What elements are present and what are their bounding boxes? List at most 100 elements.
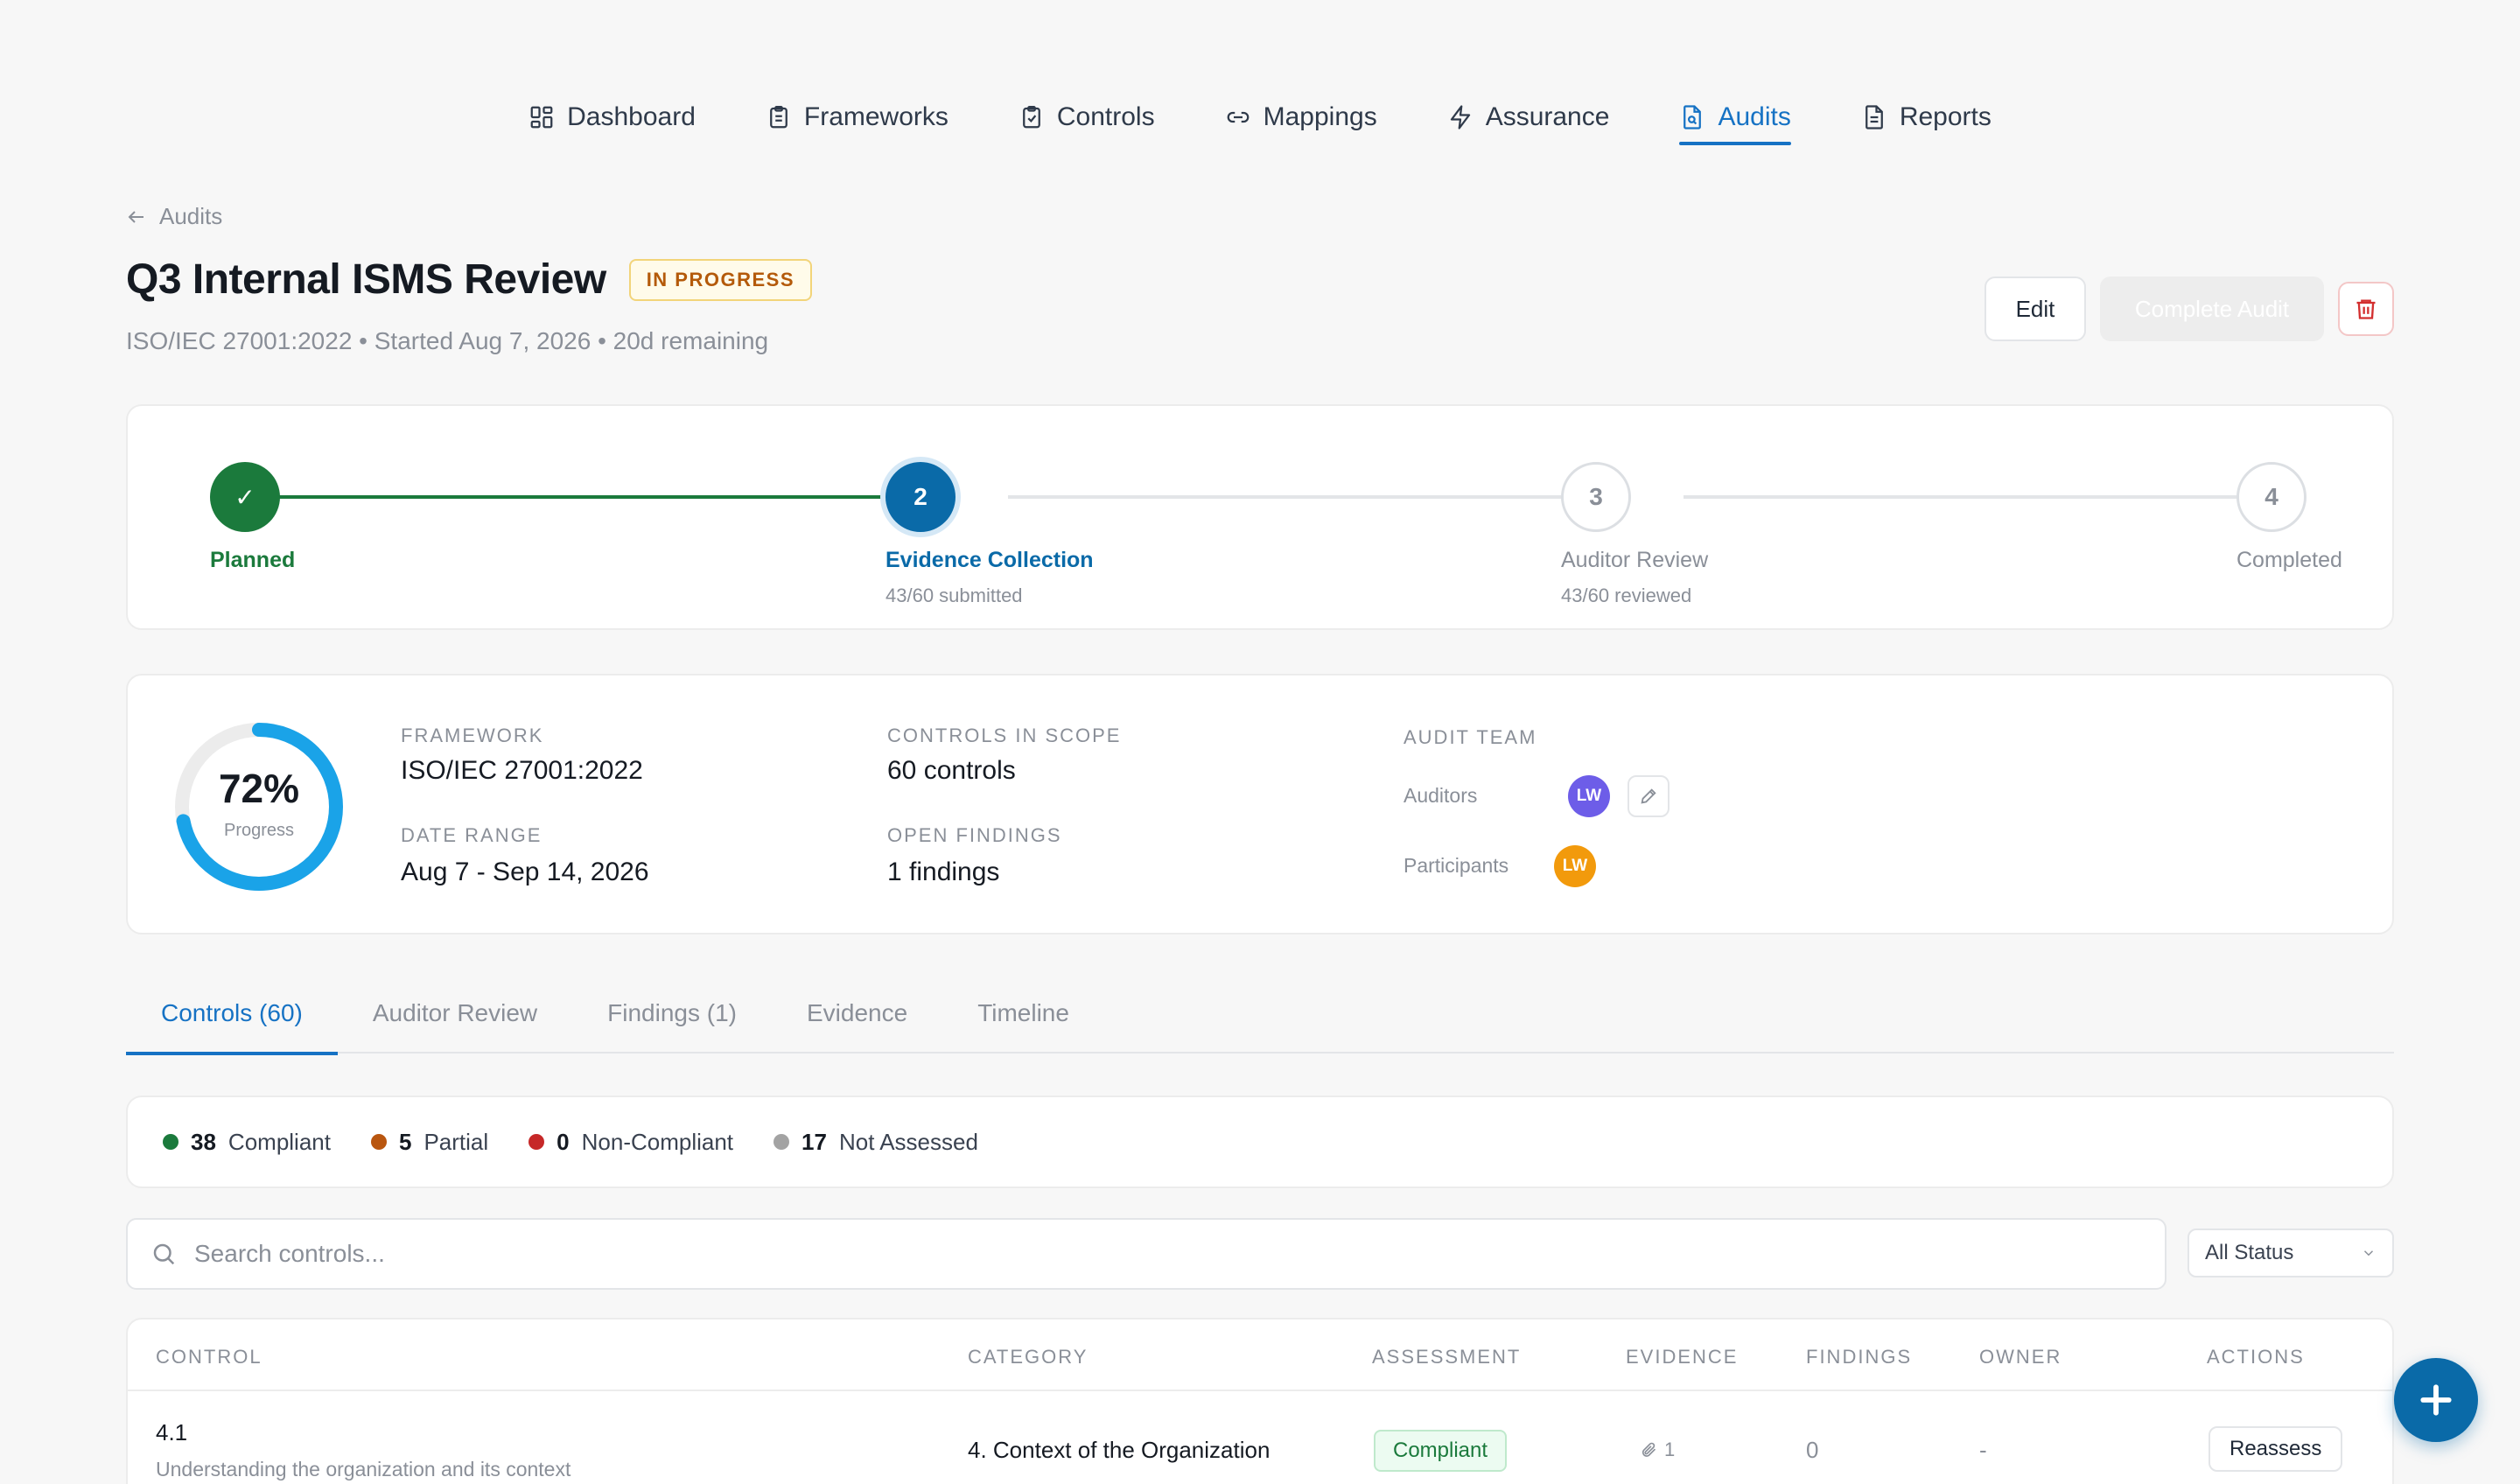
nav-label: Frameworks	[803, 102, 948, 131]
tab-timeline[interactable]: Timeline	[942, 971, 1104, 1054]
summary-compliant: 38 Compliant	[163, 1129, 331, 1156]
step-label: Auditor Review	[1561, 548, 1709, 572]
status-badge: IN PROGRESS	[628, 258, 812, 301]
chevron-down-icon	[2363, 1250, 2374, 1256]
tab-evidence[interactable]: Evidence	[772, 971, 942, 1054]
nav-label: Dashboard	[567, 102, 696, 131]
status-dot	[370, 1134, 387, 1150]
assessment-badge: Compliant	[1374, 1430, 1508, 1472]
step-label: Evidence Collection	[886, 548, 1094, 572]
page-subtitle: ISO/IEC 27001:2022 • Started Aug 7, 2026…	[126, 327, 769, 354]
nav-frameworks[interactable]: Frameworks	[731, 88, 984, 147]
nav-reports[interactable]: Reports	[1826, 88, 2026, 147]
trash-icon	[2356, 299, 2376, 319]
control-category: 4. Context of the Organization	[968, 1437, 1270, 1463]
controls-scope-label: CONTROLS IN SCOPE	[887, 724, 1122, 746]
step-evidence-circle: 2	[886, 462, 956, 532]
summary-not-assessed: 17 Not Assessed	[774, 1129, 978, 1156]
framework-label: FRAMEWORK	[401, 724, 544, 746]
nav-label: Mappings	[1263, 102, 1377, 131]
controls-table: CONTROL CATEGORY ASSESSMENT EVIDENCE FIN…	[126, 1318, 2394, 1484]
table-header-divider	[128, 1390, 2392, 1391]
tab-controls[interactable]: Controls (60)	[126, 971, 338, 1055]
search-box	[126, 1218, 2166, 1290]
col-header-evidence: EVIDENCE	[1626, 1346, 1739, 1368]
reassess-button[interactable]: Reassess	[2208, 1426, 2343, 1472]
nav-dashboard[interactable]: Dashboard	[494, 88, 731, 147]
pencil-icon	[1641, 788, 1656, 804]
step-connector	[1008, 495, 1615, 499]
summary-label: Non-Compliant	[581, 1128, 734, 1155]
audit-stepper: ✓ Planned 2 Evidence Collection 43/60 su…	[126, 404, 2394, 630]
step-connector	[1684, 495, 2291, 499]
audit-info-card: 72% Progress FRAMEWORK ISO/IEC 27001:202…	[126, 674, 2394, 934]
findings-count: 0	[1806, 1437, 1819, 1463]
summary-non-compliant: 0 Non-Compliant	[528, 1129, 733, 1156]
status-dot	[163, 1134, 178, 1150]
step-sublabel: 43/60 submitted	[886, 584, 1023, 606]
delete-button[interactable]	[2338, 282, 2394, 336]
control-id: 4.1	[156, 1419, 188, 1446]
back-link[interactable]: Audits	[126, 203, 222, 230]
edit-auditors-button[interactable]	[1628, 775, 1670, 817]
audit-tabs: Controls (60) Auditor Review Findings (1…	[126, 971, 2394, 1055]
controls-scope-value: 60 controls	[887, 756, 1016, 785]
owner-value: -	[1979, 1437, 1987, 1463]
avatar[interactable]: LW	[1568, 775, 1610, 817]
nav-assurance[interactable]: Assurance	[1412, 88, 1645, 147]
nav-controls[interactable]: Controls	[984, 88, 1190, 147]
col-header-control: CONTROL	[156, 1346, 262, 1368]
date-range-label: DATE RANGE	[401, 824, 542, 846]
dashboard-icon	[530, 106, 553, 129]
nav-mappings[interactable]: Mappings	[1190, 88, 1412, 147]
step-connector	[261, 495, 938, 499]
search-icon	[153, 1243, 175, 1265]
add-fab-button[interactable]	[2394, 1358, 2478, 1442]
edit-button[interactable]: Edit	[1984, 276, 2086, 341]
step-sublabel: 43/60 reviewed	[1561, 584, 1692, 606]
step-review-circle: 3	[1561, 462, 1631, 532]
title-row: Q3 Internal ISMS Review IN PROGRESS	[126, 256, 812, 304]
col-header-owner: OWNER	[1979, 1346, 2062, 1368]
progress-percent: 72%	[218, 766, 300, 811]
date-range-value: Aug 7 - Sep 14, 2026	[401, 858, 649, 886]
progress-label: Progress	[223, 821, 295, 840]
status-filter-select[interactable]: All Status	[2188, 1228, 2394, 1278]
summary-count: 5	[398, 1128, 412, 1155]
participants-label: Participants	[1404, 854, 1509, 877]
summary-partial: 5 Partial	[370, 1128, 489, 1156]
complete-audit-button[interactable]: Complete Audit	[2100, 276, 2324, 341]
summary-count: 0	[556, 1128, 570, 1155]
audit-team-label: AUDIT TEAM	[1404, 726, 1537, 748]
summary-label: Not Assessed	[838, 1128, 978, 1155]
col-header-actions: ACTIONS	[2207, 1346, 2305, 1368]
file-search-icon	[1684, 105, 1702, 130]
avatar[interactable]: LW	[1554, 845, 1596, 887]
back-label: Audits	[159, 203, 223, 229]
evidence-count: 1	[1640, 1438, 1675, 1461]
step-label: Planned	[210, 548, 296, 572]
nav-label: Assurance	[1485, 102, 1610, 131]
paperclip-icon	[1642, 1442, 1656, 1457]
control-name: Understanding the organization and its c…	[156, 1458, 571, 1480]
summary-label: Compliant	[228, 1128, 331, 1155]
tab-auditor-review[interactable]: Auditor Review	[338, 971, 572, 1054]
file-text-icon	[1865, 105, 1883, 130]
status-dot	[528, 1134, 545, 1150]
summary-label: Partial	[424, 1128, 489, 1155]
step-label: Completed	[2236, 548, 2342, 572]
summary-count: 17	[802, 1128, 827, 1155]
check-icon: ✓	[234, 483, 256, 511]
open-findings-value: 1 findings	[887, 858, 1000, 886]
status-dot	[774, 1134, 790, 1150]
open-findings-label: OPEN FINDINGS	[887, 824, 1062, 846]
link-icon	[1227, 111, 1249, 123]
bolt-icon	[1450, 105, 1470, 130]
step-planned-circle: ✓	[210, 462, 280, 532]
col-header-category: CATEGORY	[968, 1346, 1088, 1368]
plus-icon	[2420, 1384, 2452, 1416]
tab-findings[interactable]: Findings (1)	[572, 971, 772, 1054]
nav-audits[interactable]: Audits	[1644, 88, 1825, 147]
top-nav: Dashboard Frameworks Controls Mappings A…	[0, 88, 2520, 149]
search-input[interactable]	[194, 1240, 1944, 1268]
